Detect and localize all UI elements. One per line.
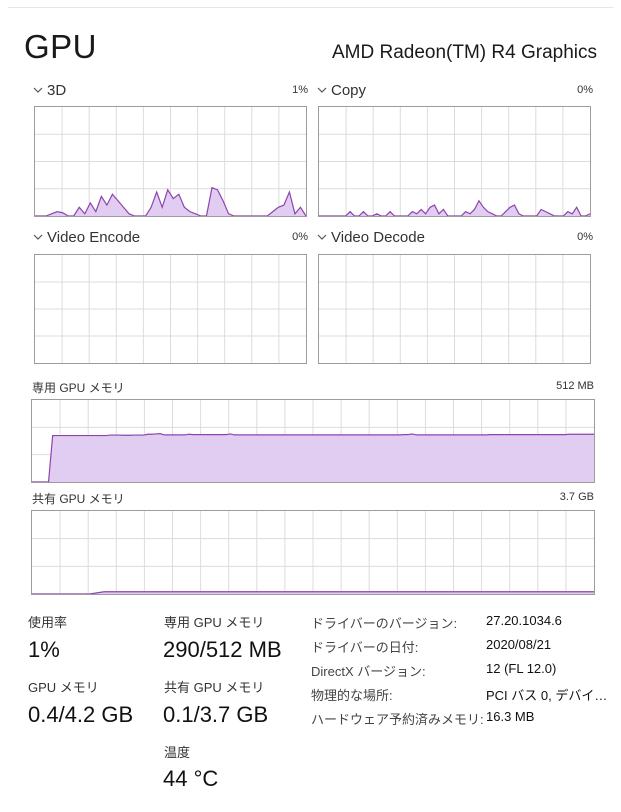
dedicated-memory-graph-label: 専用 GPU メモリ	[32, 381, 125, 395]
shared-memory-value: 0.1/3.7 GB	[163, 702, 269, 727]
page-title: GPU	[24, 28, 98, 65]
temperature-label: 温度	[164, 745, 191, 760]
reserved-memory-value: 16.3 MB	[486, 709, 535, 724]
directx-version-key: DirectX バージョン:	[311, 664, 426, 679]
engine-percent: 0%	[292, 231, 308, 243]
driver-date-key: ドライバーの日付:	[311, 640, 419, 655]
dedicated-memory-capacity: 512 MB	[556, 380, 594, 392]
shared-memory-svg	[32, 511, 594, 594]
engine-graph-video-encode	[34, 254, 307, 364]
dedicated-memory-label: 専用 GPU メモリ	[164, 615, 265, 630]
gpu-memory-label: GPU メモリ	[28, 680, 99, 695]
gpu-memory-value: 0.4/4.2 GB	[28, 702, 134, 727]
shared-memory-graph-label: 共有 GPU メモリ	[32, 492, 125, 506]
directx-version-value: 12 (FL 12.0)	[486, 661, 557, 676]
engine-name: 3D	[47, 81, 67, 99]
chevron-down-icon	[33, 87, 43, 93]
driver-date-value: 2020/08/21	[486, 637, 552, 652]
engine-selector-video-decode[interactable]: Video Decode	[316, 227, 425, 247]
device-name: AMD Radeon(TM) R4 Graphics	[331, 42, 597, 63]
engine-graph-video-decode	[318, 254, 591, 364]
physical-location-key: 物理的な場所:	[311, 688, 393, 703]
dedicated-memory-fill	[32, 433, 594, 482]
dedicated-memory-graph	[31, 399, 595, 483]
engine-percent: 1%	[292, 84, 308, 96]
utilization-value: 1%	[28, 637, 60, 662]
engine-3d-svg	[35, 107, 306, 216]
chevron-down-icon	[317, 234, 327, 240]
shared-memory-label: 共有 GPU メモリ	[164, 680, 265, 695]
chevron-down-icon	[33, 234, 43, 240]
engine-percent: 0%	[577, 231, 593, 243]
shared-memory-capacity: 3.7 GB	[559, 491, 594, 503]
window-top-border	[8, 7, 613, 8]
physical-location-value: PCI バス 0, デバイ…	[486, 688, 608, 703]
engine-graph-copy	[318, 106, 591, 217]
engine-video-decode-svg	[319, 255, 590, 363]
driver-version-key: ドライバーのバージョン:	[311, 616, 458, 631]
engine-name: Video Decode	[331, 228, 425, 246]
driver-version-value: 27.20.1034.6	[486, 613, 562, 628]
dedicated-memory-svg	[32, 400, 594, 482]
shared-memory-graph	[31, 510, 595, 595]
utilization-label: 使用率	[28, 615, 68, 630]
engine-name: Video Encode	[47, 228, 141, 246]
engine-name: Copy	[331, 81, 367, 99]
engine-selector-3d[interactable]: 3D	[32, 80, 66, 100]
engine-graph-3d	[34, 106, 307, 217]
reserved-memory-key: ハードウェア予約済みメモリ:	[311, 712, 484, 727]
temperature-value: 44 °C	[163, 766, 219, 791]
engine-video-encode-svg	[35, 255, 306, 363]
engine-copy-svg	[319, 107, 590, 216]
dedicated-memory-value: 290/512 MB	[163, 637, 282, 662]
engine-percent: 0%	[577, 84, 593, 96]
engine-selector-video-encode[interactable]: Video Encode	[32, 227, 140, 247]
chevron-down-icon	[317, 87, 327, 93]
engine-selector-copy[interactable]: Copy	[316, 80, 366, 100]
